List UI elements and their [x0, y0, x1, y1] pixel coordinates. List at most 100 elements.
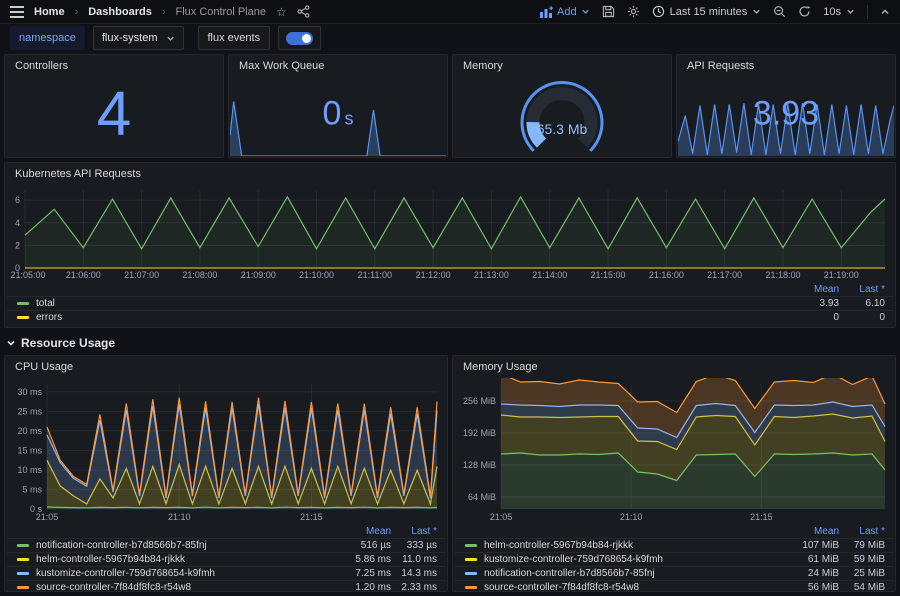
legend-row[interactable]: total3.936.10: [7, 296, 893, 310]
legend-swatch: [17, 302, 29, 305]
panel-api-requests: API Requests 3.93: [676, 54, 896, 158]
namespace-variable-label[interactable]: namespace: [10, 26, 85, 50]
time-range-label: Last 15 minutes: [670, 6, 748, 18]
cpu-usage-legend: Mean Last * notification-controller-b7d8…: [7, 525, 445, 592]
legend-series-name[interactable]: notification-controller-b7d8566b7-85fnj: [484, 568, 781, 579]
svg-text:21:19:00: 21:19:00: [824, 270, 859, 280]
legend-header: Mean Last *: [7, 283, 893, 296]
panel-title[interactable]: Memory Usage: [453, 356, 895, 378]
svg-text:0: 0: [15, 263, 20, 273]
breadcrumb-home[interactable]: Home: [34, 6, 65, 18]
panel-title[interactable]: CPU Usage: [5, 356, 447, 378]
panel-title[interactable]: Kubernetes API Requests: [5, 163, 895, 185]
legend-row[interactable]: kustomize-controller-759d768654-k9fmh7.2…: [7, 566, 445, 580]
save-dashboard-icon[interactable]: [602, 5, 615, 18]
legend-last-header[interactable]: Last *: [839, 284, 885, 295]
legend-series-name[interactable]: helm-controller-5967b94b84-rjkkk: [36, 554, 333, 565]
panel-title[interactable]: Memory: [453, 55, 671, 77]
legend-swatch: [17, 586, 29, 589]
legend-mean-value: 107 MiB: [781, 540, 839, 551]
favorite-star-icon[interactable]: ☆: [276, 6, 287, 18]
legend-series-name[interactable]: total: [36, 298, 781, 309]
legend-row[interactable]: source-controller-7f84df8fc8-r54w81.20 m…: [7, 580, 445, 592]
svg-text:21:16:00: 21:16:00: [649, 270, 684, 280]
legend-mean-header[interactable]: Mean: [781, 526, 839, 537]
svg-text:25 ms: 25 ms: [17, 406, 42, 416]
svg-text:21:14:00: 21:14:00: [532, 270, 567, 280]
panel-controllers: Controllers 4: [4, 54, 224, 158]
api-requests-stat-value: 3.93: [677, 95, 895, 134]
legend-last-value: 6.10: [839, 298, 885, 309]
legend-row[interactable]: errors00: [7, 310, 893, 324]
panel-title[interactable]: Controllers: [5, 55, 223, 77]
zoom-out-time-icon[interactable]: [773, 5, 786, 18]
breadcrumb-dashboards[interactable]: Dashboards: [88, 6, 152, 18]
legend-series-name[interactable]: kustomize-controller-759d768654-k9fmh: [36, 568, 333, 579]
memory-gauge[interactable]: 65.3 Mb: [497, 75, 627, 157]
legend-series-name[interactable]: source-controller-7f84df8fc8-r54w8: [484, 582, 781, 592]
svg-text:21:11:00: 21:11:00: [358, 270, 392, 280]
legend-mean-header[interactable]: Mean: [333, 526, 391, 537]
svg-text:21:15: 21:15: [300, 512, 323, 522]
legend-series-name[interactable]: helm-controller-5967b94b84-rjkkk: [484, 540, 781, 551]
toggle-track[interactable]: [286, 32, 313, 45]
legend-swatch: [465, 586, 477, 589]
time-range-picker[interactable]: Last 15 minutes: [652, 5, 762, 18]
flux-events-label: flux events: [198, 26, 271, 50]
controllers-stat-value: 4: [5, 79, 223, 150]
panel-memory-usage: Memory Usage 21:0521:1021:1564 MiB128 Mi…: [452, 355, 896, 592]
svg-text:0 s: 0 s: [30, 504, 43, 514]
legend-row[interactable]: helm-controller-5967b94b84-rjkkk107 MiB7…: [455, 538, 893, 552]
legend-mean-value: 0: [781, 312, 839, 323]
svg-text:21:12:00: 21:12:00: [416, 270, 451, 280]
collapse-nav-chevron-up-icon[interactable]: [880, 7, 890, 17]
namespace-variable-select[interactable]: flux-system: [93, 26, 184, 50]
legend-series-name[interactable]: source-controller-7f84df8fc8-r54w8: [36, 582, 333, 592]
refresh-interval-picker[interactable]: 10s: [823, 6, 855, 18]
legend-series-name[interactable]: kustomize-controller-759d768654-k9fmh: [484, 554, 781, 565]
legend-series-name[interactable]: notification-controller-b7d8566b7-85fnj: [36, 540, 333, 551]
svg-text:21:13:00: 21:13:00: [474, 270, 509, 280]
legend-swatch: [465, 544, 477, 547]
flux-events-toggle[interactable]: [278, 26, 321, 50]
svg-text:15 ms: 15 ms: [17, 445, 42, 455]
legend-row[interactable]: source-controller-7f84df8fc8-r54w856 MiB…: [455, 580, 893, 592]
memory-gauge-value: 65.3 Mb: [497, 121, 627, 137]
add-panel-button[interactable]: Add: [540, 6, 590, 18]
hamburger-menu-button[interactable]: [10, 6, 24, 18]
svg-text:21:18:00: 21:18:00: [765, 270, 800, 280]
legend-series-name[interactable]: errors: [36, 312, 781, 323]
legend-last-value: 54 MiB: [839, 582, 885, 592]
svg-text:64 MiB: 64 MiB: [468, 492, 496, 502]
svg-text:128 MiB: 128 MiB: [463, 460, 496, 470]
namespace-variable-value: flux-system: [102, 32, 158, 44]
svg-text:6: 6: [15, 195, 20, 205]
svg-text:21:08:00: 21:08:00: [182, 270, 217, 280]
dashboard-settings-gear-icon[interactable]: [627, 5, 640, 18]
legend-last-header[interactable]: Last *: [839, 526, 885, 537]
panel-title[interactable]: API Requests: [677, 55, 895, 77]
nav-divider: [867, 5, 868, 19]
section-title: Resource Usage: [21, 336, 115, 350]
legend-swatch: [465, 558, 477, 561]
refresh-icon[interactable]: [798, 5, 811, 18]
legend-last-value: 79 MiB: [839, 540, 885, 551]
legend-mean-value: 516 µs: [333, 540, 391, 551]
legend-mean-value: 24 MiB: [781, 568, 839, 579]
legend-last-header[interactable]: Last *: [391, 526, 437, 537]
cpu-usage-chart[interactable]: 21:0521:1021:150 s5 ms10 ms15 ms20 ms25 …: [7, 378, 445, 524]
svg-text:21:15:00: 21:15:00: [591, 270, 626, 280]
legend-header: Mean Last *: [7, 525, 445, 538]
share-icon[interactable]: [297, 5, 310, 18]
section-resource-usage[interactable]: Resource Usage: [6, 333, 115, 353]
section-chevron-down-icon: [6, 338, 16, 348]
breadcrumb-separator: ›: [75, 6, 79, 18]
legend-mean-header[interactable]: Mean: [781, 284, 839, 295]
memory-usage-chart[interactable]: 21:0521:1021:1564 MiB128 MiB192 MiB256 M…: [455, 378, 893, 524]
panel-title[interactable]: Max Work Queue: [229, 55, 447, 77]
legend-row[interactable]: kustomize-controller-759d768654-k9fmh61 …: [455, 552, 893, 566]
legend-row[interactable]: helm-controller-5967b94b84-rjkkk5.86 ms1…: [7, 552, 445, 566]
legend-row[interactable]: notification-controller-b7d8566b7-85fnj5…: [7, 538, 445, 552]
legend-row[interactable]: notification-controller-b7d8566b7-85fnj2…: [455, 566, 893, 580]
kubernetes-api-requests-chart[interactable]: 21:05:0021:06:0021:07:0021:08:0021:09:00…: [7, 185, 893, 282]
